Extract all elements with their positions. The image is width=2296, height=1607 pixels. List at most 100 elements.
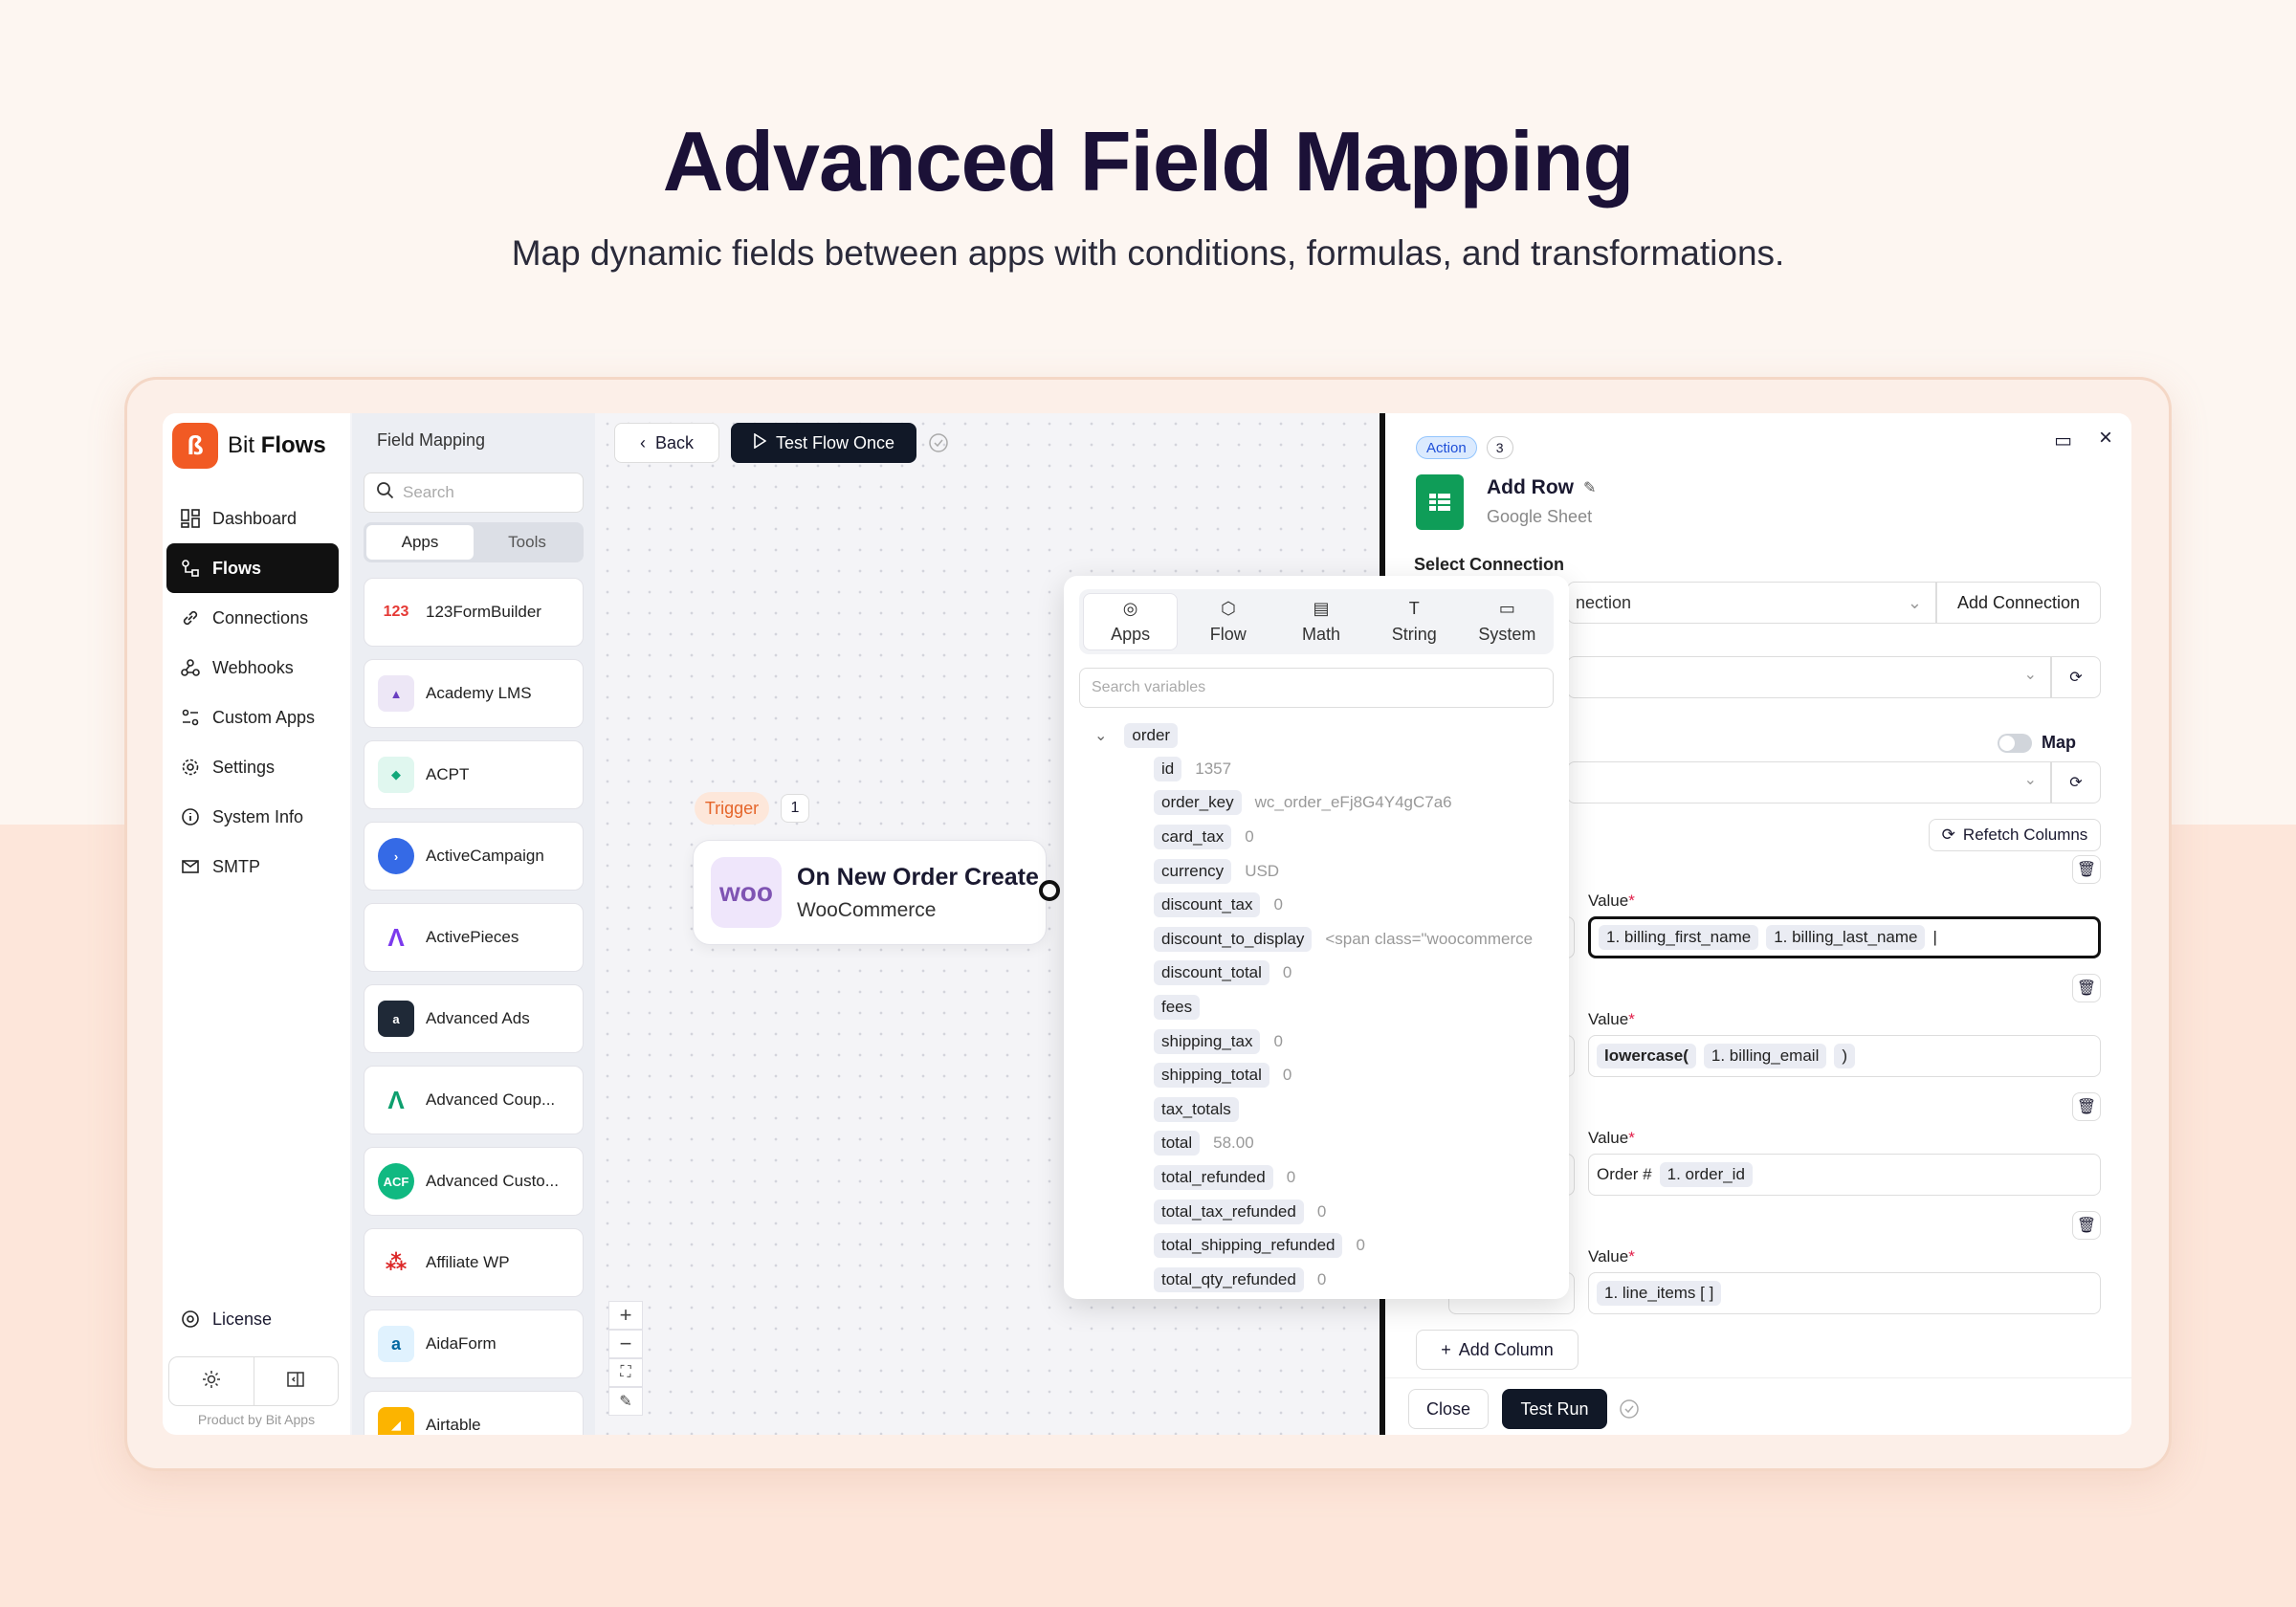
value-field[interactable]: 1. billing_first_name 1. billing_last_na… [1588, 916, 2101, 958]
group-chip[interactable]: order [1124, 723, 1179, 748]
test-flow-once-button[interactable]: Test Flow Once [731, 423, 916, 463]
variable-chip[interactable]: 1. billing_email [1703, 1044, 1827, 1068]
app-card-aidaform[interactable]: a AidaForm [364, 1310, 584, 1378]
app-card-advanced-coupons[interactable]: Λ Advanced Coup... [364, 1066, 584, 1134]
sidebar-item-smtp[interactable]: SMTP [166, 842, 339, 892]
app-card-airtable[interactable]: ◢ Airtable [364, 1391, 584, 1435]
variable-row[interactable]: fees [1154, 990, 1569, 1024]
variable-row[interactable]: discount_to_display <span class="woocomme… [1154, 922, 1569, 957]
variable-key[interactable]: shipping_tax [1154, 1028, 1261, 1054]
variable-key[interactable]: discount_total [1154, 960, 1269, 986]
function-chip[interactable]: lowercase( [1597, 1044, 1696, 1068]
app-card-academy-lms[interactable]: ▲ Academy LMS [364, 659, 584, 728]
variable-key[interactable]: total [1154, 1131, 1201, 1156]
variable-chip[interactable]: 1. order_id [1659, 1162, 1753, 1187]
tab-system[interactable]: ▭ System [1461, 589, 1554, 654]
refresh-worksheet-button[interactable]: ⟳ [2051, 761, 2101, 804]
app-card-123formbuilder[interactable]: 123 123FormBuilder [364, 578, 584, 647]
variable-key[interactable]: shipping_total [1154, 1063, 1269, 1089]
variable-row[interactable]: order_key wc_order_eFj8G4Y4gC7a6 [1154, 786, 1569, 821]
variable-row[interactable]: discount_total 0 [1154, 957, 1569, 991]
add-column-button[interactable]: + Add Column [1416, 1330, 1578, 1370]
sidebar-item-dashboard[interactable]: Dashboard [166, 494, 339, 543]
variable-key[interactable]: card_tax [1154, 824, 1232, 849]
function-chip-close[interactable]: ) [1834, 1044, 1856, 1068]
value-field[interactable]: lowercase( 1. billing_email ) [1588, 1035, 2101, 1077]
collapse-sidebar-button[interactable] [253, 1357, 339, 1405]
variable-row[interactable]: currency USD [1154, 854, 1569, 889]
edit-icon[interactable]: ✎ [1583, 478, 1596, 497]
variable-key[interactable]: discount_to_display [1154, 926, 1313, 952]
sidebar-item-webhooks[interactable]: Webhooks [166, 643, 339, 693]
test-run-button[interactable]: Test Run [1502, 1389, 1607, 1429]
sidebar-item-custom-apps[interactable]: Custom Apps [166, 693, 339, 742]
sidebar-item-connections[interactable]: Connections [166, 593, 339, 643]
variable-key[interactable]: tax_totals [1154, 1096, 1239, 1122]
auto-layout-button[interactable]: ✎ [608, 1387, 643, 1416]
tab-math[interactable]: ▤ Math [1274, 589, 1367, 654]
app-card-advanced-custom-fields[interactable]: ACF Advanced Custo... [364, 1147, 584, 1216]
value-field[interactable]: Order # 1. order_id [1588, 1154, 2101, 1196]
variable-row[interactable]: card_tax 0 [1154, 820, 1569, 854]
delete-row-button[interactable]: 🗑 [2072, 974, 2101, 1002]
sidebar-item-license[interactable]: License [180, 1309, 272, 1330]
variable-key[interactable]: discount_tax [1154, 892, 1261, 918]
brand-logo[interactable]: ß Bit Flows [172, 423, 326, 469]
variable-row[interactable]: shipping_tax 0 [1154, 1024, 1569, 1059]
back-button[interactable]: ‹ Back [614, 423, 719, 463]
fit-view-button[interactable]: ⛶ [608, 1358, 643, 1387]
variable-row[interactable]: discount_tax 0 [1154, 888, 1569, 922]
variable-row[interactable]: total_shipping_refunded 0 [1154, 1228, 1569, 1263]
map-toggle-switch[interactable] [1998, 733, 2032, 753]
variable-row[interactable]: id 1357 [1154, 752, 1569, 786]
connection-select[interactable]: nection ⌄ [1567, 582, 1936, 624]
variable-chip[interactable]: 1. line_items [ ] [1597, 1281, 1722, 1306]
refresh-spreadsheet-button[interactable]: ⟳ [2051, 656, 2101, 698]
tab-apps[interactable]: ◎ Apps [1083, 593, 1179, 650]
tab-tools[interactable]: Tools [474, 525, 581, 560]
zoom-in-button[interactable]: + [608, 1301, 643, 1330]
variable-key[interactable]: id [1154, 756, 1182, 781]
delete-row-button[interactable]: 🗑 [2072, 1211, 2101, 1240]
variable-key[interactable]: total_refunded [1154, 1164, 1273, 1190]
variable-key[interactable]: total_tax_refunded [1154, 1199, 1304, 1224]
variable-key[interactable]: order_key [1154, 790, 1242, 816]
app-card-advanced-ads[interactable]: a Advanced Ads [364, 984, 584, 1053]
tab-string[interactable]: T String [1368, 589, 1461, 654]
map-toggle[interactable]: Map [1998, 733, 2076, 753]
refetch-columns-button[interactable]: ⟳ Refetch Columns [1929, 819, 2101, 851]
close-button[interactable]: Close [1408, 1389, 1489, 1429]
variable-key[interactable]: total_qty_refunded [1154, 1266, 1304, 1292]
maximize-icon[interactable]: ▭ [2054, 429, 2072, 452]
app-card-activepieces[interactable]: Λ ActivePieces [364, 903, 584, 972]
variable-group[interactable]: ⌄ order [1094, 723, 1179, 748]
variable-row[interactable]: total_tax_refunded 0 [1154, 1195, 1569, 1229]
variable-row[interactable]: total 58.00 [1154, 1127, 1569, 1161]
variable-key[interactable]: fees [1154, 994, 1201, 1020]
variable-row[interactable]: shipping_total 0 [1154, 1058, 1569, 1092]
variable-chip[interactable]: 1. billing_first_name [1599, 925, 1759, 950]
delete-row-button[interactable]: 🗑 [2072, 1092, 2101, 1121]
variable-key[interactable]: currency [1154, 858, 1232, 884]
spreadsheet-select[interactable]: ⌄ [1567, 656, 2051, 698]
app-search-input[interactable]: Search [364, 473, 584, 513]
value-field[interactable]: 1. line_items [ ] [1588, 1272, 2101, 1314]
theme-toggle-button[interactable] [169, 1357, 254, 1405]
worksheet-select[interactable]: ⌄ [1567, 761, 2051, 804]
variable-row[interactable]: tax_totals [1154, 1092, 1569, 1127]
variable-chip[interactable]: 1. billing_last_name [1766, 925, 1926, 950]
close-icon[interactable]: × [2099, 425, 2112, 451]
variable-row[interactable]: total_qty_refunded 0 [1154, 1263, 1569, 1297]
app-card-acpt[interactable]: ◆ ACPT [364, 740, 584, 809]
node-connector-handle[interactable] [1039, 880, 1060, 901]
tab-apps[interactable]: Apps [366, 525, 474, 560]
trigger-node[interactable]: woo On New Order Create WooCommerce [693, 840, 1047, 945]
sidebar-item-system-info[interactable]: System Info [166, 792, 339, 842]
tab-flow[interactable]: ⬡ Flow [1181, 589, 1274, 654]
add-connection-button[interactable]: Add Connection [1936, 582, 2101, 624]
variable-search-input[interactable]: Search variables [1079, 668, 1554, 708]
sidebar-item-settings[interactable]: Settings [166, 742, 339, 792]
variable-key[interactable]: total_shipping_refunded [1154, 1233, 1343, 1259]
sidebar-item-flows[interactable]: Flows [166, 543, 339, 593]
delete-row-button[interactable]: 🗑 [2072, 855, 2101, 884]
